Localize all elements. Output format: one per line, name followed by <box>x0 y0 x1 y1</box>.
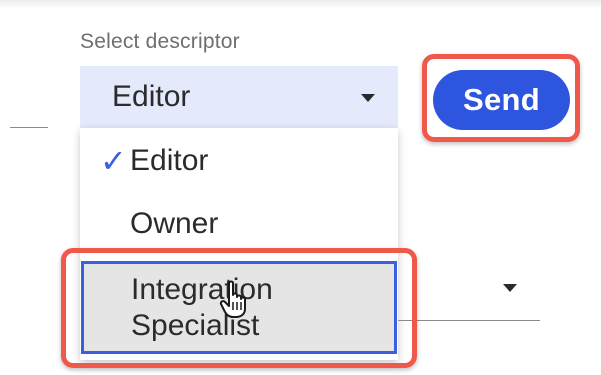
select-descriptor-label: Select descriptor <box>80 30 240 53</box>
caret-down-icon[interactable] <box>503 284 517 292</box>
top-shadow <box>0 0 601 8</box>
check-icon: ✓ <box>100 143 127 179</box>
hand-pointer-icon <box>219 280 246 318</box>
option-editor-label: Editor <box>130 144 209 177</box>
send-button[interactable]: Send <box>433 70 570 130</box>
descriptor-dialog: Select descriptor Editor Send ✓ Editor O… <box>0 0 601 375</box>
field-underline-left <box>10 127 48 128</box>
field-underline-right <box>398 320 540 321</box>
caret-down-icon <box>361 94 375 102</box>
descriptor-select[interactable]: Editor <box>80 66 398 128</box>
option-owner-label: Owner <box>130 207 219 240</box>
select-current-value: Editor <box>112 80 191 113</box>
option-editor[interactable]: ✓ Editor <box>80 142 398 202</box>
